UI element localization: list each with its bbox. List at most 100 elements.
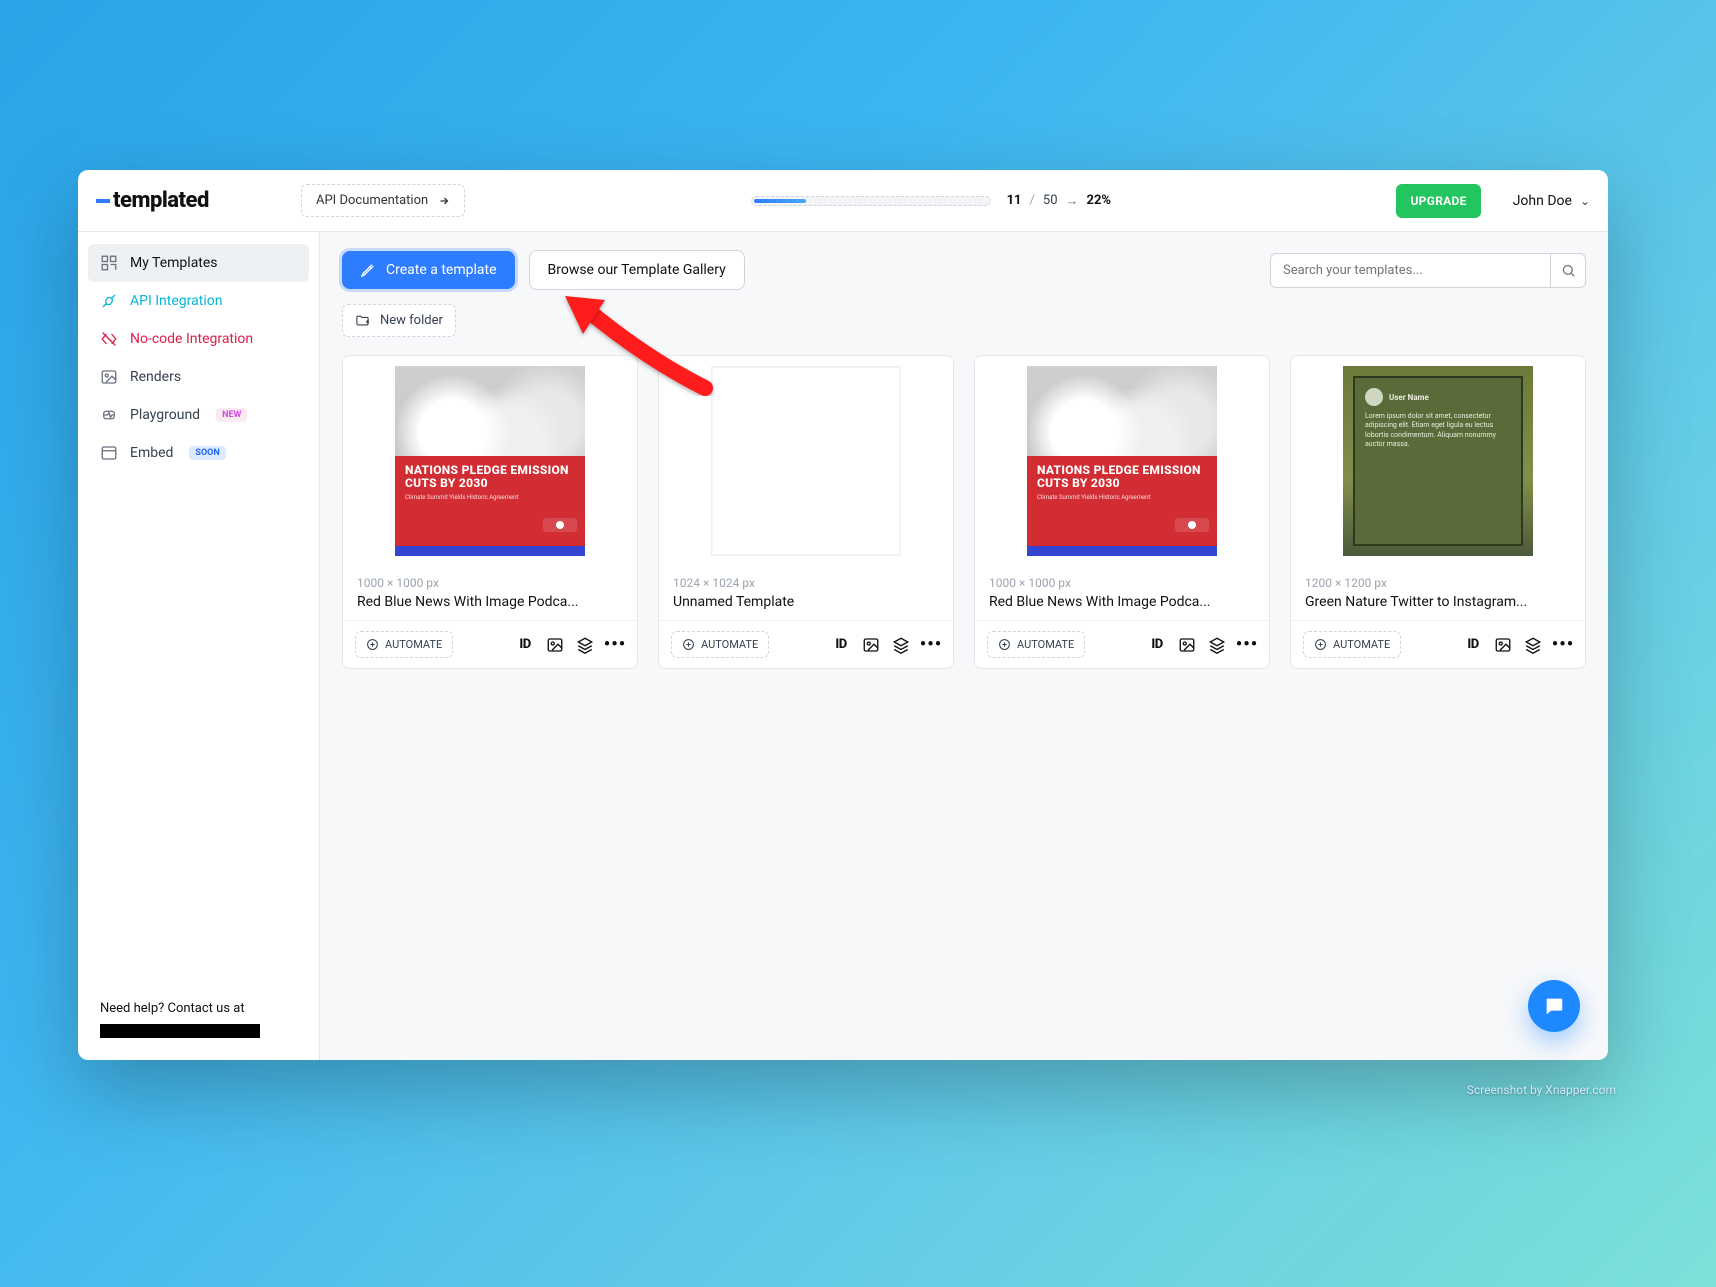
new-folder-button[interactable]: New folder: [342, 304, 456, 337]
logo-text: templated: [113, 188, 209, 213]
layers-button[interactable]: [575, 635, 595, 655]
automate-button[interactable]: AUTOMATE: [1303, 631, 1401, 658]
sidebar-item-nocode-integration[interactable]: No-code Integration: [88, 320, 309, 358]
automate-button[interactable]: AUTOMATE: [987, 631, 1085, 658]
image-icon: [100, 368, 118, 386]
sidebar-item-label: Renders: [130, 369, 181, 385]
automate-button[interactable]: AUTOMATE: [671, 631, 769, 658]
more-button[interactable]: •••: [605, 635, 625, 655]
more-button[interactable]: •••: [921, 635, 941, 655]
thumb-headline: NATIONS PLEDGE EMISSION CUTS BY 2030: [1037, 464, 1207, 490]
user-name: John Doe: [1513, 193, 1572, 209]
layers-button[interactable]: [1523, 635, 1543, 655]
image-button[interactable]: [545, 635, 565, 655]
toolbar: Create a template Browse our Template Ga…: [320, 232, 1608, 290]
card-actions: AUTOMATE ID •••: [975, 620, 1269, 668]
thumb-sub: Climate Summit Yields Historic Agreement: [1037, 494, 1207, 501]
sidebar-item-api-integration[interactable]: API Integration: [88, 282, 309, 320]
layers-button[interactable]: [891, 635, 911, 655]
automate-label: AUTOMATE: [385, 638, 442, 651]
sidebar-item-label: API Integration: [130, 293, 222, 309]
user-menu[interactable]: John Doe ⌄: [1513, 193, 1590, 209]
search-button[interactable]: [1550, 253, 1586, 288]
sidebar: My Templates API Integration No-code Int…: [78, 232, 320, 1060]
image-button[interactable]: [861, 635, 881, 655]
more-button[interactable]: •••: [1553, 635, 1573, 655]
upgrade-button[interactable]: UPGRADE: [1396, 184, 1480, 218]
id-button[interactable]: ID: [515, 635, 535, 655]
template-dimensions: 1000 × 1000 px: [343, 566, 637, 590]
template-card[interactable]: User Name Lorem ipsum dolor sit amet, co…: [1290, 355, 1586, 669]
progress-percent: 22%: [1087, 193, 1112, 208]
screenshot-caption: Screenshot by Xnapper.com: [1467, 1083, 1616, 1097]
folder-plus-icon: [355, 313, 370, 328]
new-folder-label: New folder: [380, 313, 443, 328]
template-title: Unnamed Template: [659, 590, 953, 620]
template-dimensions: 1024 × 1024 px: [659, 566, 953, 590]
card-actions: AUTOMATE ID •••: [659, 620, 953, 668]
image-button[interactable]: [1177, 635, 1197, 655]
template-dimensions: 1200 × 1200 px: [1291, 566, 1585, 590]
progress-bar: [751, 196, 991, 206]
api-documentation-button[interactable]: API Documentation: [301, 184, 465, 217]
spotify-icon: [543, 518, 577, 532]
sidebar-item-my-templates[interactable]: My Templates: [88, 244, 309, 282]
arrow-right-icon: [438, 195, 450, 207]
template-title: Red Blue News With Image Podca...: [975, 590, 1269, 620]
automate-label: AUTOMATE: [701, 638, 758, 651]
thumb-headline: NATIONS PLEDGE EMISSION CUTS BY 2030: [405, 464, 575, 490]
sidebar-item-renders[interactable]: Renders: [88, 358, 309, 396]
new-badge: NEW: [216, 408, 247, 422]
id-button[interactable]: ID: [831, 635, 851, 655]
sidebar-item-label: Playground: [130, 407, 200, 423]
progress-used: 11: [1007, 193, 1022, 208]
template-dimensions: 1000 × 1000 px: [975, 566, 1269, 590]
search-input[interactable]: [1270, 253, 1550, 288]
template-thumbnail: GLOBAL HEADLINES PODCAST NATIONS PLEDGE …: [343, 356, 637, 566]
arrow-right-icon: →: [1066, 193, 1079, 209]
templates-icon: [100, 254, 118, 272]
templates-grid: GLOBAL HEADLINES PODCAST NATIONS PLEDGE …: [320, 337, 1608, 687]
template-thumbnail: [659, 356, 953, 566]
thumb-user: User Name: [1389, 393, 1429, 402]
spotify-icon: [1175, 518, 1209, 532]
template-card[interactable]: 1024 × 1024 px Unnamed Template AUTOMATE…: [658, 355, 954, 669]
help-text: Need help? Contact us at: [88, 1001, 309, 1024]
create-template-button[interactable]: Create a template: [342, 251, 515, 289]
create-label: Create a template: [386, 262, 497, 278]
template-card[interactable]: GLOBAL HEADLINES PODCAST NATIONS PLEDGE …: [974, 355, 1270, 669]
more-button[interactable]: •••: [1237, 635, 1257, 655]
image-button[interactable]: [1493, 635, 1513, 655]
search: [1270, 253, 1586, 288]
automate-label: AUTOMATE: [1333, 638, 1390, 651]
sidebar-item-embed[interactable]: Embed SOON: [88, 434, 309, 472]
sidebar-item-playground[interactable]: Playground NEW: [88, 396, 309, 434]
thumb-body: Lorem ipsum dolor sit amet, consectetur …: [1365, 412, 1511, 450]
soon-badge: SOON: [189, 446, 225, 460]
template-card[interactable]: GLOBAL HEADLINES PODCAST NATIONS PLEDGE …: [342, 355, 638, 669]
automate-label: AUTOMATE: [1017, 638, 1074, 651]
logo: templated: [96, 188, 241, 213]
embed-icon: [100, 444, 118, 462]
app-window: templated API Documentation 11 / 50 → 22…: [78, 170, 1608, 1060]
nocode-icon: [100, 330, 118, 348]
sidebar-item-label: No-code Integration: [130, 331, 253, 347]
progress-text: 11 / 50 → 22%: [1007, 193, 1111, 209]
browse-gallery-button[interactable]: Browse our Template Gallery: [529, 250, 745, 290]
template-thumbnail: User Name Lorem ipsum dolor sit amet, co…: [1291, 356, 1585, 566]
card-actions: AUTOMATE ID •••: [1291, 620, 1585, 668]
template-title: Green Nature Twitter to Instagram...: [1291, 590, 1585, 620]
id-button[interactable]: ID: [1463, 635, 1483, 655]
automate-button[interactable]: AUTOMATE: [355, 631, 453, 658]
card-actions: AUTOMATE ID •••: [343, 620, 637, 668]
template-thumbnail: GLOBAL HEADLINES PODCAST NATIONS PLEDGE …: [975, 356, 1269, 566]
layers-button[interactable]: [1207, 635, 1227, 655]
chat-icon: [1543, 995, 1565, 1017]
sidebar-item-label: Embed: [130, 445, 173, 461]
playground-icon: [100, 406, 118, 424]
chevron-down-icon: ⌄: [1580, 194, 1590, 208]
api-doc-label: API Documentation: [316, 193, 428, 208]
progress-total: 50: [1043, 193, 1058, 208]
id-button[interactable]: ID: [1147, 635, 1167, 655]
chat-fab[interactable]: [1528, 980, 1580, 1032]
